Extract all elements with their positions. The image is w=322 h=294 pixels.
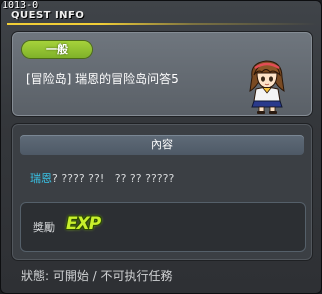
dialogue-text: ? ???? ??! ?? ?? ????? xyxy=(52,172,175,185)
quest-name: [冒险岛] 瑞恩的冒险岛问答5 xyxy=(26,72,179,86)
quest-summary-panel: 一般 [冒险岛] 瑞恩的冒险岛问答5 xyxy=(11,31,313,117)
quest-info-window: 1013-0 QUEST INFO 一般 [冒险岛] 瑞恩的冒险岛问答5 內容 … xyxy=(0,0,322,294)
npc-name: 瑞恩 xyxy=(30,172,52,185)
reward-box: 獎勵 EXP xyxy=(20,202,306,252)
window-title: QUEST INFO xyxy=(11,10,85,21)
content-text: 瑞恩? ???? ??! ?? ?? ????? xyxy=(30,170,174,186)
npc-character-icon xyxy=(249,60,285,114)
reward-label: 獎勵 xyxy=(33,221,55,234)
title-underline xyxy=(7,23,317,25)
quest-status: 狀態: 可開始 / 不可执行任務 xyxy=(21,269,173,283)
quest-category-badge: 一般 xyxy=(22,41,92,58)
quest-content-panel: 內容 瑞恩? ???? ??! ?? ?? ????? 獎勵 EXP xyxy=(11,123,313,261)
exp-icon: EXP xyxy=(66,214,101,234)
content-header: 內容 xyxy=(20,135,304,155)
